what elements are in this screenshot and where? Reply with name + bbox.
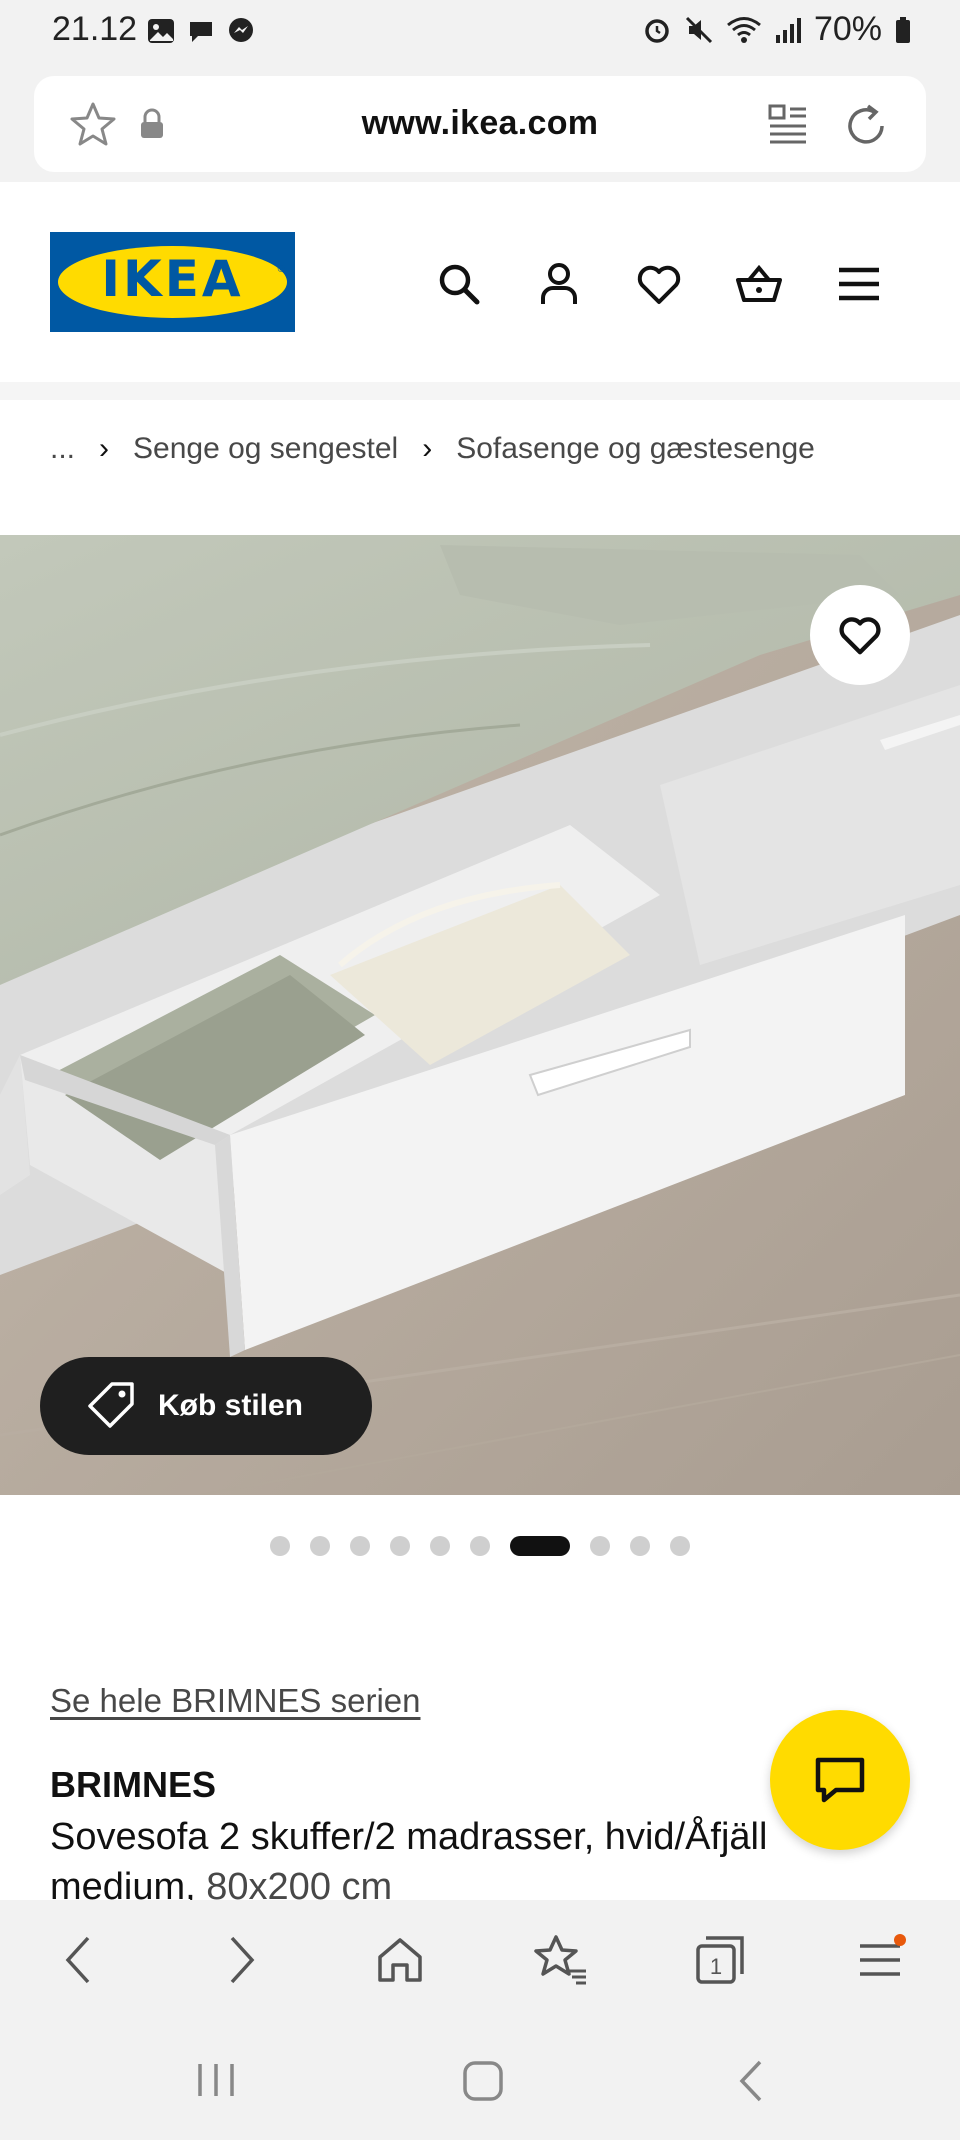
add-to-favorites-button[interactable] (810, 585, 910, 685)
system-home-icon[interactable] (462, 2060, 504, 2102)
breadcrumb: ... › Senge og sengestel › Sofasenge og … (50, 432, 815, 466)
home-button[interactable] (370, 1930, 430, 1990)
battery-percentage: 70% (813, 10, 882, 48)
ikea-logo[interactable]: IKEA ® (50, 232, 295, 332)
browser-toolbar: www.ikea.com (0, 62, 960, 182)
reader-mode-icon[interactable] (764, 100, 812, 148)
address-bar[interactable]: www.ikea.com (34, 76, 926, 172)
chevron-left-icon (65, 1936, 90, 1984)
chat-bubble-icon (815, 1757, 865, 1803)
mute-icon (685, 16, 712, 43)
recent-apps-icon[interactable] (196, 2062, 236, 2098)
bookmarks-button[interactable] (530, 1930, 590, 1990)
status-bar: 21.12 70% (0, 0, 960, 62)
header-divider (0, 382, 960, 400)
wishlist-heart-icon[interactable] (635, 260, 683, 308)
tabs-button[interactable]: 1 (690, 1930, 750, 1990)
breadcrumb-separator-icon: › (99, 432, 110, 465)
messenger-notification-icon (229, 18, 253, 42)
screen: { "status_bar": { "time": "21.12", "batt… (0, 0, 960, 2140)
product-photo-illustration (0, 535, 960, 1495)
status-notification-icons (146, 16, 256, 46)
image-carousel-indicator (0, 1534, 960, 1558)
system-back-icon[interactable] (736, 2058, 766, 2104)
logo-registered-mark: ® (277, 264, 285, 275)
gallery-notification-icon (148, 19, 174, 43)
shop-the-look-button[interactable]: Køb stilen (40, 1357, 372, 1455)
tabs-icon: 1 (696, 1936, 744, 1984)
chevron-right-icon (230, 1936, 255, 1984)
carousel-dot[interactable] (310, 1536, 330, 1556)
status-system-icons: 70% (642, 10, 912, 49)
carousel-dot[interactable] (350, 1536, 370, 1556)
notification-dot (894, 1934, 906, 1946)
carousel-dot[interactable] (430, 1536, 450, 1556)
chat-button[interactable] (770, 1710, 910, 1850)
battery-icon (896, 16, 910, 43)
price-tag-icon (88, 1382, 134, 1428)
series-link[interactable]: Se hele BRIMNES serien (50, 1682, 421, 1720)
logo-text: IKEA (101, 250, 244, 308)
carousel-dot[interactable] (590, 1536, 610, 1556)
shop-the-look-label: Køb stilen (158, 1389, 304, 1422)
carousel-dot[interactable] (270, 1536, 290, 1556)
carousel-dot[interactable] (390, 1536, 410, 1556)
heart-icon (839, 617, 881, 655)
tab-count: 1 (710, 1954, 722, 1979)
product-brand: BRIMNES (50, 1764, 217, 1805)
search-icon[interactable] (435, 260, 483, 308)
breadcrumb-ellipsis[interactable]: ... (50, 432, 75, 466)
breadcrumb-separator-icon: › (422, 432, 433, 465)
menu-icon[interactable] (835, 260, 883, 308)
refresh-icon[interactable] (840, 100, 892, 152)
breadcrumb-item-sofa-beds[interactable]: Sofasenge og gæstesenge (456, 432, 815, 466)
forward-button[interactable] (212, 1930, 272, 1990)
chat-notification-icon (190, 22, 212, 42)
product-image[interactable]: Køb stilen (0, 535, 960, 1495)
carousel-dot[interactable] (630, 1536, 650, 1556)
browser-bottom-bar: 1 (0, 1900, 960, 2020)
browser-menu-button[interactable] (850, 1930, 910, 1990)
product-description: Sovesofa 2 skuffer/2 madrasser, hvid/Åfj… (50, 1812, 910, 1912)
breadcrumb-item-beds[interactable]: Senge og sengestel (133, 432, 398, 466)
carousel-dot[interactable] (670, 1536, 690, 1556)
account-icon[interactable] (535, 260, 583, 308)
product-description-text: Sovesofa 2 skuffer/2 madrasser, hvid/Åfj… (50, 1816, 768, 1908)
alarm-icon (645, 18, 669, 43)
wifi-icon (726, 16, 761, 43)
bookmarks-star-icon (534, 1935, 586, 1985)
hamburger-menu-icon (860, 1934, 906, 1976)
carousel-dot-active[interactable] (510, 1536, 570, 1556)
site-header: IKEA ® (0, 182, 960, 382)
back-button[interactable] (48, 1930, 108, 1990)
home-icon (378, 1938, 422, 1982)
signal-icon (775, 17, 801, 43)
status-time: 21.12 (52, 10, 138, 48)
system-navigation-bar (0, 2020, 960, 2140)
shopping-basket-icon[interactable] (735, 260, 783, 308)
carousel-dot[interactable] (470, 1536, 490, 1556)
